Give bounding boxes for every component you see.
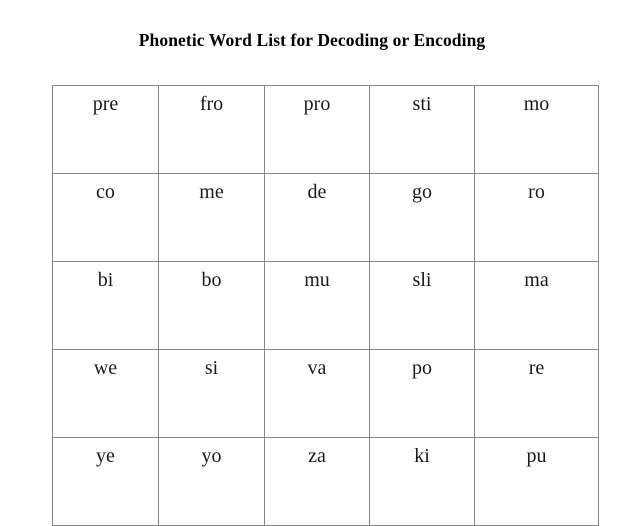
word-cell: sti [369, 85, 475, 174]
word-cell: pro [264, 85, 370, 174]
word-cell: ye [52, 437, 159, 526]
table-row: bi bo mu sli ma [52, 261, 599, 350]
word-cell: bi [52, 261, 159, 350]
word-cell: mo [474, 85, 599, 174]
word-cell: pre [52, 85, 159, 174]
word-cell: za [264, 437, 370, 526]
word-cell: po [369, 349, 475, 438]
phonetic-word-table: pre fro pro sti mo co me de go ro bi bo … [52, 85, 599, 526]
word-cell: re [474, 349, 599, 438]
table-body: pre fro pro sti mo co me de go ro bi bo … [52, 85, 599, 526]
word-cell: si [158, 349, 265, 438]
table-row: pre fro pro sti mo [52, 85, 599, 174]
table-row: we si va po re [52, 349, 599, 438]
word-cell: ma [474, 261, 599, 350]
word-cell: pu [474, 437, 599, 526]
word-cell: yo [158, 437, 265, 526]
word-cell: me [158, 173, 265, 262]
word-cell: ro [474, 173, 599, 262]
word-cell: sli [369, 261, 475, 350]
word-cell: bo [158, 261, 265, 350]
word-cell: go [369, 173, 475, 262]
word-cell: co [52, 173, 159, 262]
word-cell: fro [158, 85, 265, 174]
table-row: co me de go ro [52, 173, 599, 262]
table-row: ye yo za ki pu [52, 437, 599, 526]
word-cell: de [264, 173, 370, 262]
word-cell: va [264, 349, 370, 438]
word-cell: we [52, 349, 159, 438]
document-page: Phonetic Word List for Decoding or Encod… [0, 0, 624, 526]
word-cell: ki [369, 437, 475, 526]
word-cell: mu [264, 261, 370, 350]
page-title: Phonetic Word List for Decoding or Encod… [138, 30, 486, 50]
